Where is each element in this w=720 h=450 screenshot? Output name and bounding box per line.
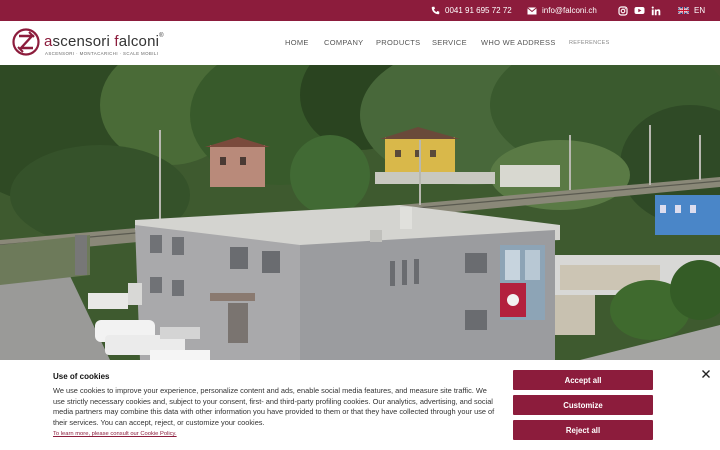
uk-flag-icon: [678, 7, 689, 14]
logo-wordmark: ascensori falconi®: [44, 33, 164, 50]
accept-all-button[interactable]: Accept all: [513, 370, 653, 390]
linkedin-icon: [651, 6, 661, 15]
nav-service[interactable]: SERVICE: [432, 38, 467, 47]
cookie-banner: Use of cookies We use cookies to improve…: [0, 360, 720, 450]
email-link[interactable]: info@falconi.ch: [527, 0, 597, 21]
youtube-link[interactable]: [634, 0, 645, 21]
email-address: info@falconi.ch: [542, 6, 597, 15]
instagram-link[interactable]: [618, 0, 628, 21]
falconi-logo-icon: [12, 28, 40, 56]
language-switcher[interactable]: EN: [678, 0, 705, 21]
phone-icon: [431, 6, 440, 15]
mail-icon: [527, 6, 537, 14]
reject-all-button[interactable]: Reject all: [513, 420, 653, 440]
linkedin-link[interactable]: [651, 0, 661, 21]
cookie-title: Use of cookies: [53, 372, 110, 381]
cookie-policy-link[interactable]: To learn more, please consult our Cookie…: [53, 431, 177, 437]
logo-tagline: ASCENSORI · MONTACARICHI · SCALE MOBILI: [45, 51, 159, 56]
youtube-icon: [634, 7, 645, 14]
top-bar: 0041 91 695 72 72 info@falconi.ch EN: [0, 0, 720, 21]
nav-references[interactable]: REFERENCES: [569, 40, 610, 46]
language-label: EN: [694, 6, 706, 15]
phone-number: 0041 91 695 72 72: [445, 6, 512, 15]
nav-who-we-address[interactable]: WHO WE ADDRESS: [481, 38, 556, 47]
site-header: ascensori falconi® ASCENSORI · MONTACARI…: [0, 21, 720, 65]
instagram-icon: [618, 5, 628, 16]
close-icon[interactable]: [700, 368, 712, 380]
nav-products[interactable]: PRODUCTS: [376, 38, 421, 47]
nav-company[interactable]: COMPANY: [324, 38, 363, 47]
hero-aerial-photo: [0, 65, 720, 360]
customize-button[interactable]: Customize: [513, 395, 653, 415]
phone-link[interactable]: 0041 91 695 72 72: [431, 0, 512, 21]
hero-image: [0, 65, 720, 360]
cookie-description: We use cookies to improve your experienc…: [53, 386, 495, 427]
nav-home[interactable]: HOME: [285, 38, 309, 47]
logo[interactable]: ascensori falconi® ASCENSORI · MONTACARI…: [12, 28, 164, 60]
